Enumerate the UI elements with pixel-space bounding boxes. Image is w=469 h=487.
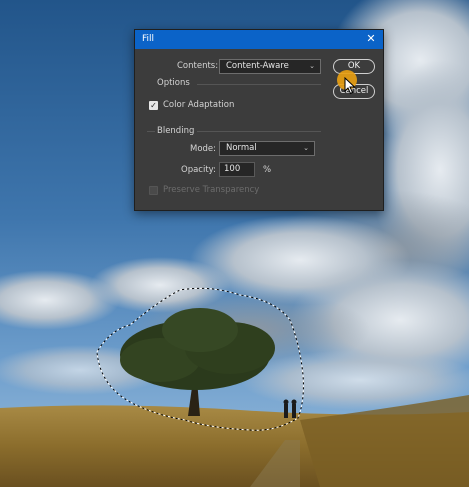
contents-value: Content-Aware <box>226 61 289 71</box>
options-heading: Options <box>157 78 190 88</box>
dialog-title: Fill <box>142 34 155 44</box>
opacity-value: 100 <box>224 164 241 174</box>
blending-divider <box>197 131 321 132</box>
opacity-input[interactable]: 100 <box>219 162 255 177</box>
mode-select[interactable]: Normal ⌄ <box>219 141 315 156</box>
mode-label: Mode: <box>190 144 217 154</box>
color-adaptation-label: Color Adaptation <box>163 100 235 110</box>
mode-value: Normal <box>226 143 257 153</box>
color-adaptation-checkbox[interactable]: ✓ <box>149 101 158 110</box>
close-icon[interactable]: ✕ <box>365 33 377 45</box>
blending-heading: Blending <box>157 126 195 136</box>
opacity-unit: % <box>263 165 272 175</box>
options-divider <box>197 84 321 85</box>
contents-select[interactable]: Content-Aware ⌄ <box>219 59 321 74</box>
contents-label: Contents: <box>177 61 219 71</box>
preserve-transparency-checkbox[interactable] <box>149 186 158 195</box>
mouse-pointer-icon <box>344 77 356 95</box>
chevron-down-icon: ⌄ <box>309 62 315 70</box>
opacity-label: Opacity: <box>181 165 216 175</box>
dialog-titlebar[interactable]: Fill ✕ <box>135 30 383 49</box>
preserve-transparency-label: Preserve Transparency <box>163 185 260 195</box>
fill-dialog: Fill ✕ Contents: Content-Aware ⌄ OK Canc… <box>134 29 384 211</box>
chevron-down-icon: ⌄ <box>303 144 309 152</box>
blending-divider-left <box>147 131 155 132</box>
